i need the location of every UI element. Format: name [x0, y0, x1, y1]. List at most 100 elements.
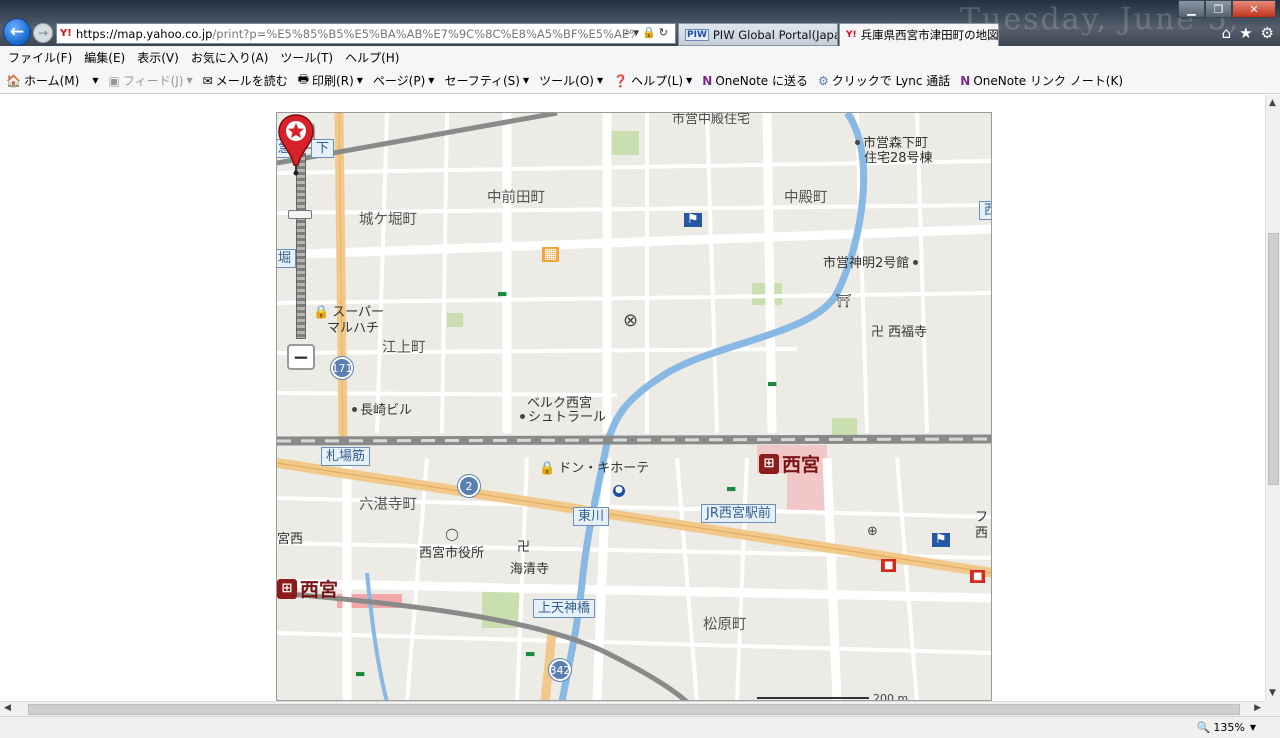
tab-yahoo-map[interactable]: Y! 兵庫県西宮市津田町の地図... ✕: [839, 23, 999, 46]
location-pin-icon[interactable]: [277, 113, 315, 177]
forward-arrow-icon: →: [37, 26, 49, 40]
browser-titlebar: Tuesday, June 5, ← → Y! https://map.yaho…: [0, 0, 1280, 46]
page-menu-button[interactable]: ページ(P) ▼: [373, 72, 435, 89]
road-sign: JR西宮駅前: [701, 504, 776, 523]
poi-dot-icon: [855, 140, 860, 145]
minimize-button[interactable]: ▁: [1178, 0, 1205, 18]
train-icon: ⊞: [277, 578, 297, 599]
menu-tools[interactable]: ツール(T): [280, 49, 333, 66]
tab-label: 兵庫県西宮市津田町の地図...: [860, 28, 999, 42]
help-menu-button[interactable]: ❓ ヘルプ(L) ▼: [613, 72, 692, 89]
lync-call-button[interactable]: ⚙ クリックで Lync 通話: [818, 72, 950, 89]
station-name: 西宮: [782, 454, 821, 476]
place-label: 六湛寺町: [359, 497, 417, 513]
poi-dot-icon: [352, 407, 357, 412]
safety-menu-button[interactable]: セーフティ(S) ▼: [444, 72, 529, 89]
scrollbar-corner: [1265, 701, 1280, 716]
place-label: 海清寺: [510, 562, 550, 577]
menu-bar: ファイル(F) 編集(E) 表示(V) お気に入り(A) ツール(T) ヘルプ(…: [0, 46, 1280, 68]
home-icon[interactable]: ⌂: [1222, 24, 1232, 42]
search-icon[interactable]: ⌕: [624, 26, 633, 39]
road-sign: 西: [979, 201, 991, 220]
place-label: シュトラール: [520, 410, 606, 425]
scroll-left-icon[interactable]: ◀: [4, 703, 11, 713]
place-label: 城ケ堀町: [359, 212, 417, 228]
shop-label: 🔒 ドン・キホーテ: [539, 461, 650, 476]
address-url[interactable]: https://map.yahoo.co.jp/print?p=%E5%85%B…: [76, 27, 636, 41]
address-bar[interactable]: Y! https://map.yahoo.co.jp/print?p=%E5%8…: [56, 23, 676, 44]
help-icon: ❓: [613, 73, 629, 88]
post-office-icon: ⊕: [867, 524, 878, 539]
address-actions[interactable]: ⌕▾🔒↻: [624, 26, 671, 40]
favorites-star-icon[interactable]: ★: [1239, 24, 1252, 42]
station-name: 西宮: [300, 579, 339, 601]
place-label-text: 長崎ビル: [360, 403, 413, 418]
scroll-right-icon[interactable]: ▶: [1254, 703, 1261, 713]
zoom-slider-track[interactable]: [288, 153, 312, 339]
vertical-scroll-thumb[interactable]: [1268, 233, 1279, 485]
place-label-text: スーパー: [332, 305, 385, 320]
road-sign: 東川: [573, 507, 610, 526]
tab-label: PIW Global Portal(Japan): [712, 27, 837, 42]
onenote-send-button[interactable]: N OneNote に送る: [702, 72, 808, 89]
back-arrow-icon: ←: [9, 22, 25, 42]
zoom-out-button[interactable]: −: [287, 344, 315, 370]
read-mail-button[interactable]: ✉ メールを読む: [203, 72, 288, 89]
temple-icon: 卍: [871, 325, 885, 340]
menu-view[interactable]: 表示(V): [137, 49, 179, 66]
close-window-button[interactable]: ✕: [1232, 0, 1276, 18]
feeds-button[interactable]: ▣ フィード(J) ▼: [108, 72, 192, 89]
zoom-slider-handle[interactable]: [288, 210, 312, 219]
bank-icon: ▦: [542, 246, 560, 263]
printer-icon: 🖶: [297, 72, 310, 86]
temple-label: 卍西福寺: [871, 325, 927, 340]
hanshin-station-marker[interactable]: ⊞ 西宮: [277, 575, 338, 602]
vertical-scrollbar[interactable]: ▲ ▼: [1265, 95, 1280, 701]
tools-label: ツール(O): [539, 74, 594, 88]
scroll-down-icon[interactable]: ▼: [1269, 688, 1276, 698]
place-label: 江上町: [382, 340, 426, 356]
city-hall-icon: ○: [445, 524, 459, 543]
chevron-down-icon: ▼: [428, 76, 435, 85]
poi-dot-icon: [520, 414, 525, 419]
place-label: フ 西: [975, 510, 989, 541]
menu-help[interactable]: ヘルプ(H): [345, 49, 399, 66]
chevron-down-icon: ▼: [1249, 723, 1256, 732]
jr-station-marker[interactable]: ⊞ 西宮: [759, 450, 820, 477]
tab-piw-portal[interactable]: PIW PIW Global Portal(Japan): [678, 23, 838, 46]
horizontal-scroll-thumb[interactable]: [28, 704, 1240, 715]
menu-file[interactable]: ファイル(F): [8, 49, 72, 66]
back-button[interactable]: ←: [3, 18, 31, 46]
yahoo-favicon-icon: Y!: [60, 28, 72, 39]
browser-tools: ⌂ ★ ⚙: [1222, 24, 1274, 42]
refresh-icon[interactable]: ↻: [659, 26, 671, 39]
home-button[interactable]: 🏠 ホーム(M): [6, 72, 79, 89]
menu-edit[interactable]: 編集(E): [84, 49, 125, 66]
place-label-text: ドン・キホーテ: [558, 461, 650, 476]
road-sign: 札場筋: [321, 447, 371, 466]
road-sign: 上天神橋: [533, 599, 596, 618]
place-label: 長崎ビル: [352, 403, 413, 418]
lock-icon[interactable]: 🔒: [642, 26, 659, 39]
menu-favorites[interactable]: お気に入り(A): [191, 49, 269, 66]
print-button[interactable]: 🖶 印刷(R) ▼: [298, 70, 363, 91]
zoom-level-value: 135%: [1213, 721, 1245, 734]
horizontal-scrollbar[interactable]: ◀ ▶: [0, 701, 1265, 716]
cross-circle-icon: ⊗: [623, 310, 639, 331]
yahoo-favicon-icon: Y!: [846, 30, 857, 40]
map-canvas[interactable]: + − 市営中殿住宅 市営森下町 住宅28号棟 中前田町 中殿町 城ケ堀町 市営…: [276, 112, 992, 701]
place-label: 住宅28号棟: [864, 151, 933, 166]
forward-button[interactable]: →: [33, 23, 53, 43]
tools-menu-button[interactable]: ツール(O) ▼: [539, 72, 603, 89]
dropdown-icon[interactable]: ▾: [634, 26, 643, 39]
onenote-link-button[interactable]: N OneNote リンク ノート(K): [960, 72, 1123, 89]
restore-button[interactable]: ❐: [1205, 0, 1232, 18]
settings-gear-icon[interactable]: ⚙: [1261, 24, 1274, 42]
window-controls: ▁ ❐ ✕: [1178, 0, 1276, 18]
place-label: 市営神明2号館: [823, 256, 921, 271]
map-scale-label: 200 m: [873, 692, 909, 701]
zoom-level-control[interactable]: 🔍 135% ▼: [1197, 721, 1256, 734]
gas-station-icon: ●: [613, 485, 625, 497]
scroll-up-icon[interactable]: ▲: [1269, 98, 1276, 108]
home-dropdown[interactable]: ▼: [89, 76, 98, 85]
